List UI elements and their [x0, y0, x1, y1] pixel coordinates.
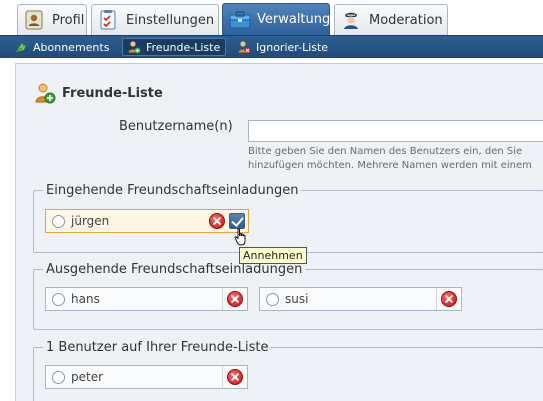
- list-item[interactable]: peter: [45, 365, 248, 389]
- radio-button[interactable]: [266, 292, 279, 306]
- content-panel: Freunde-Liste Benutzername(n) Bitte gebe…: [15, 63, 543, 401]
- hand-cursor-icon: [234, 228, 246, 246]
- separator: [222, 366, 223, 388]
- friend-name: jürgen: [71, 214, 110, 228]
- tab-moderation[interactable]: Moderation: [334, 4, 448, 35]
- main-tab-bar: Profil Einstellungen Verwaltung Moderati…: [0, 0, 543, 35]
- sub-tab-bar: Abonnements Freunde-Liste Ignorier-Liste: [0, 35, 543, 58]
- friends-legend: 1 Benutzer auf Ihrer Freunde-Liste: [46, 340, 269, 355]
- radio-button[interactable]: [52, 370, 65, 384]
- list-item[interactable]: jürgen: [45, 209, 249, 233]
- remove-friend-icon[interactable]: [227, 369, 243, 385]
- page-title: Freunde-Liste: [62, 85, 163, 101]
- incoming-legend: Eingehende Freundschaftseinladungen: [46, 183, 299, 198]
- accept-check-icon[interactable]: [229, 213, 245, 229]
- tab-verwaltung[interactable]: Verwaltung: [222, 3, 330, 35]
- user-block-icon: [237, 40, 251, 54]
- friend-add-icon: [34, 82, 56, 104]
- subtab-abonnements[interactable]: Abonnements: [10, 38, 114, 56]
- page-heading: Freunde-Liste: [34, 82, 163, 104]
- subtab-label: Abonnements: [33, 40, 110, 54]
- reject-icon[interactable]: [209, 213, 225, 229]
- subtab-label: Freunde-Liste: [146, 40, 221, 54]
- friend-name: hans: [71, 292, 100, 306]
- police-officer-icon: [341, 10, 361, 30]
- friend-name: peter: [71, 370, 104, 384]
- tab-label: Moderation: [369, 12, 443, 28]
- subtab-ignorier-liste[interactable]: Ignorier-Liste: [233, 38, 333, 56]
- separator: [436, 288, 437, 310]
- subtab-label: Ignorier-Liste: [256, 40, 329, 54]
- tab-einstellungen[interactable]: Einstellungen: [91, 4, 219, 35]
- tab-label: Verwaltung: [257, 12, 331, 27]
- hint-text: Bitte geben Sie den Namen des Benutzers …: [248, 146, 532, 171]
- toolbox-icon: [229, 10, 251, 30]
- radio-button[interactable]: [52, 292, 65, 306]
- rss-feed-icon: [14, 40, 28, 54]
- cancel-invite-icon[interactable]: [227, 291, 243, 307]
- profile-card-icon: [24, 10, 44, 30]
- separator: [222, 288, 223, 310]
- friend-add-icon: [127, 40, 141, 54]
- list-item[interactable]: hans: [45, 287, 248, 311]
- subtab-freunde-liste[interactable]: Freunde-Liste: [122, 38, 227, 56]
- tab-label: Profil: [52, 12, 85, 28]
- checklist-icon: [98, 10, 118, 30]
- tab-label: Einstellungen: [126, 12, 215, 28]
- username-hint: Bitte geben Sie den Namen des Benutzers …: [248, 145, 543, 173]
- cancel-invite-icon[interactable]: [441, 291, 457, 307]
- tab-profil[interactable]: Profil: [17, 4, 87, 35]
- outgoing-legend: Ausgehende Freundschaftseinladungen: [46, 262, 303, 277]
- username-label: Benutzername(n): [119, 119, 233, 134]
- username-input[interactable]: [248, 120, 543, 142]
- accept-tooltip: Annehmen: [239, 247, 307, 264]
- radio-button[interactable]: [52, 214, 65, 228]
- friend-name: susi: [285, 292, 309, 306]
- list-item[interactable]: susi: [259, 287, 462, 311]
